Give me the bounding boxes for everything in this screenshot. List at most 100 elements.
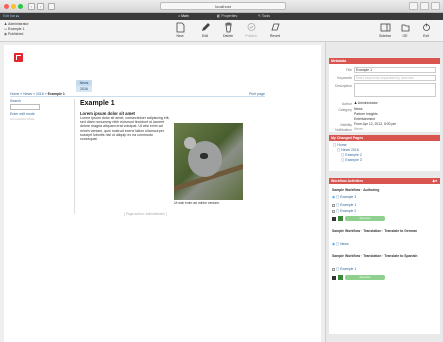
- changed-pages-tree: ▢ Home ▢ News 2016 ▢ Example 2 ▢ Example…: [329, 141, 440, 171]
- search-label: Search: [10, 99, 22, 103]
- author-label: Author: [342, 102, 352, 106]
- breadcrumb-path[interactable]: Home » News » 2016 »: [10, 92, 48, 96]
- description-field-row: Description: [329, 83, 440, 97]
- pencil-icon: [201, 23, 210, 31]
- metadata-panel: Title Example 1 Keywords Enter keywords …: [329, 64, 440, 132]
- forward-button[interactable]: ›: [37, 3, 44, 10]
- revert-icon: [270, 23, 280, 31]
- new-tab-icon[interactable]: [431, 2, 440, 10]
- workflow-item-example-1-es[interactable]: ▢ Example 1: [332, 267, 356, 271]
- checkbox[interactable]: [332, 267, 335, 271]
- browser-chrome: ‹ › localhost: [0, 0, 443, 13]
- breadcrumb: Home » News » 2016 » Example 1: [10, 92, 265, 97]
- image-koala-nose: [200, 153, 208, 159]
- workflow-spanish-label: Sample Workflow · Translation · Translat…: [332, 254, 418, 258]
- edit-button[interactable]: Edit: [194, 22, 216, 38]
- workflow-item-example-2[interactable]: ▢ Example 2: [332, 209, 356, 213]
- select-all-toggle[interactable]: [332, 217, 336, 221]
- revert-button-label: Revert: [269, 34, 281, 38]
- toolbar-tabs: Edit bar ▸▸ ⌂ Main ◧ Properties ✎ Tools: [0, 13, 443, 20]
- oe-button[interactable]: OE: [394, 22, 416, 38]
- exit-button-label: Exit: [423, 34, 429, 38]
- revert-button[interactable]: Revert: [264, 22, 286, 38]
- close-window-icon[interactable]: [4, 4, 9, 9]
- page-title: Example 1: [80, 100, 115, 107]
- sidebar: Metadata Title Example 1 Keywords Enter …: [325, 42, 443, 342]
- zoom-window-icon[interactable]: [18, 4, 23, 9]
- keywords-input[interactable]: Enter keywords separated by commas: [354, 75, 436, 81]
- search-input[interactable]: [10, 104, 40, 110]
- keywords-field-row: Keywords Enter keywords separated by com…: [329, 75, 440, 82]
- tab-main[interactable]: ⌂ Main: [178, 14, 189, 18]
- sidebar-button-label: Sidebar: [378, 34, 392, 38]
- context-item: Example 1: [8, 27, 25, 31]
- new-button[interactable]: New: [169, 22, 191, 38]
- accessibility-link[interactable]: Accessibility-Mode: [10, 117, 35, 121]
- tab-main-label: Main: [181, 14, 189, 18]
- back-button[interactable]: ‹: [28, 3, 35, 10]
- notification-label: Notification: [335, 128, 352, 132]
- sidebar-icon: [380, 23, 390, 32]
- workflow-example3-label: Example 3: [340, 195, 357, 199]
- tab-properties[interactable]: ◧ Properties: [217, 14, 237, 18]
- edit-button-label: Edit: [201, 34, 209, 38]
- workflow-item-news[interactable]: ◉ ▢ News: [332, 242, 349, 246]
- workflow-item-example-3[interactable]: ◉ ▢ Example 3: [332, 195, 356, 199]
- title-field-row: Title Example 1: [329, 67, 440, 74]
- radio-icon: ◉: [332, 195, 336, 199]
- approve-button[interactable]: Approve: [345, 216, 385, 221]
- workflow-action-button-2[interactable]: [338, 275, 343, 280]
- address-bar[interactable]: localhost: [160, 2, 286, 10]
- description-label: Description: [335, 84, 352, 88]
- title-input[interactable]: Example 1: [354, 67, 436, 73]
- share-icon[interactable]: [409, 2, 418, 10]
- tree-example2-label: Example 2: [345, 153, 362, 157]
- title-label: Title: [345, 68, 352, 72]
- checkbox[interactable]: [332, 209, 335, 213]
- workflow-header-label: Workflow Activities: [331, 179, 364, 183]
- category-partner[interactable]: Partner Insights: [354, 112, 378, 116]
- category-news[interactable]: News: [354, 107, 362, 111]
- oe-button-label: OE: [402, 34, 408, 38]
- new-button-label: New: [176, 34, 184, 38]
- sidebar-button[interactable]: Sidebar: [374, 22, 396, 38]
- page-author: [ Page author: Administrator ]: [124, 212, 167, 216]
- print-page-link[interactable]: Print page: [249, 92, 265, 96]
- toolbar-actions: ♟Administrator ▭Example 1 ◉Published New…: [0, 20, 443, 42]
- checkbox[interactable]: [332, 203, 335, 207]
- edit-bar-label: Edit bar ▸▸: [3, 14, 20, 18]
- workflow-panel: Sample Workflow · Authoring ◉ ▢ Example …: [329, 184, 440, 334]
- image-koala-ear: [184, 137, 196, 149]
- tab-tools[interactable]: ✎ Tools: [258, 14, 270, 18]
- description-textarea[interactable]: [354, 83, 436, 97]
- select-all-toggle-2[interactable]: [332, 276, 336, 280]
- folder-icon: [401, 24, 409, 32]
- exit-button[interactable]: Exit: [415, 22, 437, 38]
- workflow-item-example-1[interactable]: ▢ Example 1: [332, 203, 356, 207]
- tree-2016-label[interactable]: 2016: [351, 148, 359, 152]
- notification-value[interactable]: Never: [354, 127, 363, 131]
- article-body: Lorem ipsum dolor sit amet, consectetuer…: [80, 116, 170, 142]
- tree-item-example-3[interactable]: ▢ Example 3: [333, 158, 440, 163]
- workflow-action-button[interactable]: [338, 216, 343, 221]
- publish-icon: [247, 23, 255, 31]
- sidebar-toggle-icon[interactable]: [48, 3, 55, 10]
- tree-home-label: Home: [337, 143, 347, 147]
- image-caption: Ut wisi enim ad minim veniam.: [174, 201, 220, 205]
- publish-button[interactable]: Publish: [240, 22, 262, 38]
- radio-icon: ◉: [332, 242, 336, 246]
- category-entertainment[interactable]: Entertainment: [354, 117, 375, 121]
- tabs-icon[interactable]: [420, 2, 429, 10]
- visibility-value[interactable]: From Apr 12, 2012, 5:00 pm: [354, 122, 396, 126]
- tree-news-label: News: [341, 148, 351, 152]
- approve-button-2[interactable]: Approve: [345, 275, 385, 280]
- author-value: ♟ Administrator: [354, 101, 378, 105]
- context-state: Published: [8, 32, 24, 36]
- workflow-news-label: News: [340, 242, 349, 246]
- edit-mode-link[interactable]: Enter edit mode: [10, 112, 35, 116]
- site-logo[interactable]: [14, 53, 23, 62]
- workflow-example1-label: Example 1: [340, 203, 357, 207]
- tab-tools-label: Tools: [261, 14, 271, 18]
- delete-button[interactable]: Delete: [217, 22, 239, 38]
- minimize-window-icon[interactable]: [11, 4, 16, 9]
